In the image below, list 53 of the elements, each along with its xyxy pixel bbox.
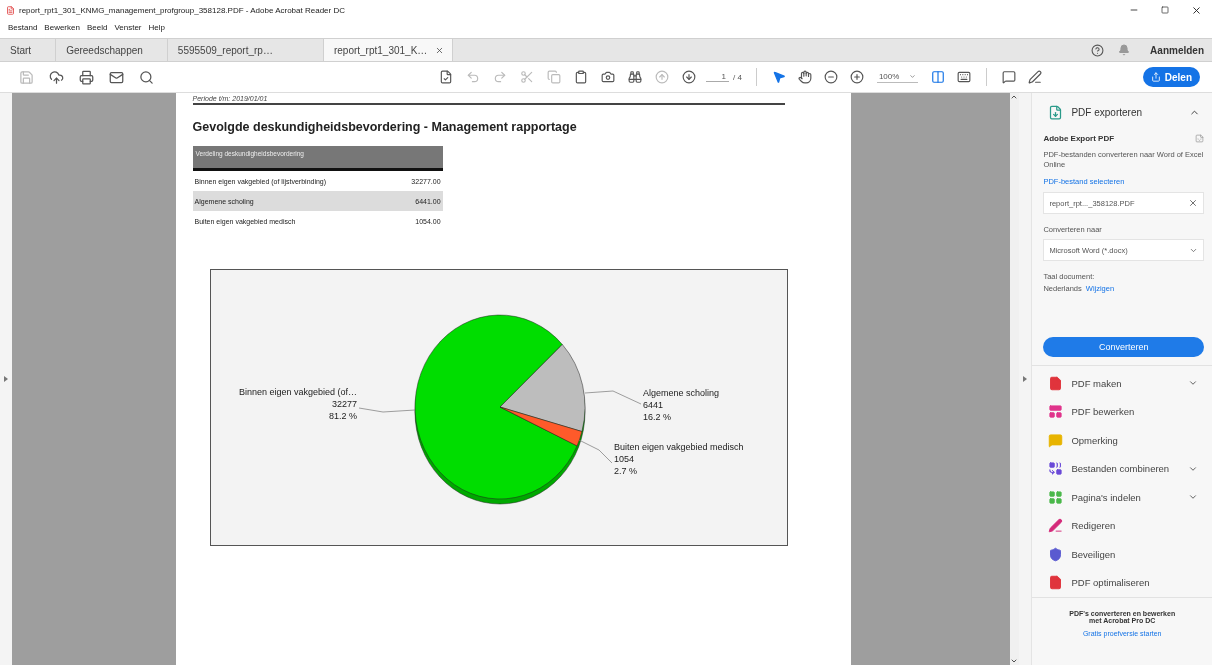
- menu-item[interactable]: Help: [148, 22, 165, 32]
- sign-in-link[interactable]: Aanmelden: [1150, 44, 1204, 56]
- leader-line: [584, 390, 641, 405]
- slice-value: 1054: [613, 454, 634, 464]
- slice-label: Binnen eigen vakgebied (of…: [238, 387, 357, 397]
- slice-value: 6441: [642, 400, 663, 410]
- card-heading: Adobe Export PDF: [1043, 134, 1115, 143]
- export-icon: [1048, 105, 1064, 120]
- tab[interactable]: 5595509_report_rp…: [167, 39, 324, 61]
- tab[interactable]: report_rpt1_301_K…: [323, 39, 454, 61]
- leader-line: [358, 407, 415, 413]
- leader-line: [578, 439, 612, 464]
- menu-item[interactable]: Bewerken: [44, 22, 80, 32]
- tool-item[interactable]: Bestanden combineren: [1032, 454, 1212, 483]
- slice-label: Algemene scholing: [642, 388, 719, 398]
- help-icon[interactable]: [1091, 43, 1105, 57]
- slice-percent: 81.2 %: [328, 411, 357, 421]
- tool-item[interactable]: PDF maken: [1032, 369, 1212, 398]
- caret-icon: [909, 72, 917, 80]
- close-icon[interactable]: [435, 45, 445, 55]
- tool-item[interactable]: PDF optimaliseren: [1032, 568, 1212, 597]
- slice-percent: 16.2 %: [642, 412, 671, 422]
- window-title: report_rpt1_301_KNMG_management_profgroup_358128.PDF - Adobe Acrobat Reader DC: [19, 5, 345, 15]
- tab[interactable]: Start: [0, 39, 57, 61]
- tab[interactable]: Gereedschappen: [56, 39, 168, 61]
- tool-item[interactable]: PDF bewerken: [1032, 397, 1212, 426]
- menu-item[interactable]: Venster: [114, 22, 142, 32]
- collapse-arrow-icon: [1023, 376, 1028, 382]
- scroll-down-icon[interactable]: [1010, 657, 1019, 665]
- tool-item[interactable]: Opmerking: [1032, 426, 1212, 455]
- maximize-button[interactable]: [1161, 6, 1169, 14]
- tool-item[interactable]: Redigeren: [1032, 511, 1212, 540]
- share-icon: [1150, 72, 1161, 82]
- expand-arrow-icon: [4, 375, 8, 383]
- slice-value: 32277: [331, 399, 357, 409]
- slice-label: Buiten eigen vakgebied medisch: [613, 442, 744, 452]
- close-button[interactable]: [1191, 4, 1202, 16]
- badge-icon: [1195, 134, 1204, 143]
- tool-item[interactable]: Pagina's indelen: [1032, 483, 1212, 512]
- menu-item[interactable]: Beeld: [86, 22, 108, 32]
- convert-button[interactable]: Converteren: [1043, 337, 1204, 357]
- clear-icon: [1188, 198, 1198, 208]
- menu-item[interactable]: Bestand: [8, 22, 38, 32]
- slice-percent: 2.7 %: [613, 466, 637, 476]
- share-button[interactable]: Delen: [1142, 67, 1200, 87]
- scroll-up-icon[interactable]: [1010, 93, 1019, 101]
- page-number-field[interactable]: 1: [706, 72, 729, 82]
- zoom-dropdown[interactable]: 100%: [876, 71, 919, 83]
- report-title: Gevolgde deskundigheidsbevordering - Management rapportage: [192, 120, 578, 134]
- panel-title[interactable]: PDF exporteren: [1071, 107, 1143, 118]
- page-total: / 4: [733, 72, 742, 82]
- pdf-file-icon: [6, 5, 15, 15]
- tool-item[interactable]: Beveiligen: [1032, 540, 1212, 569]
